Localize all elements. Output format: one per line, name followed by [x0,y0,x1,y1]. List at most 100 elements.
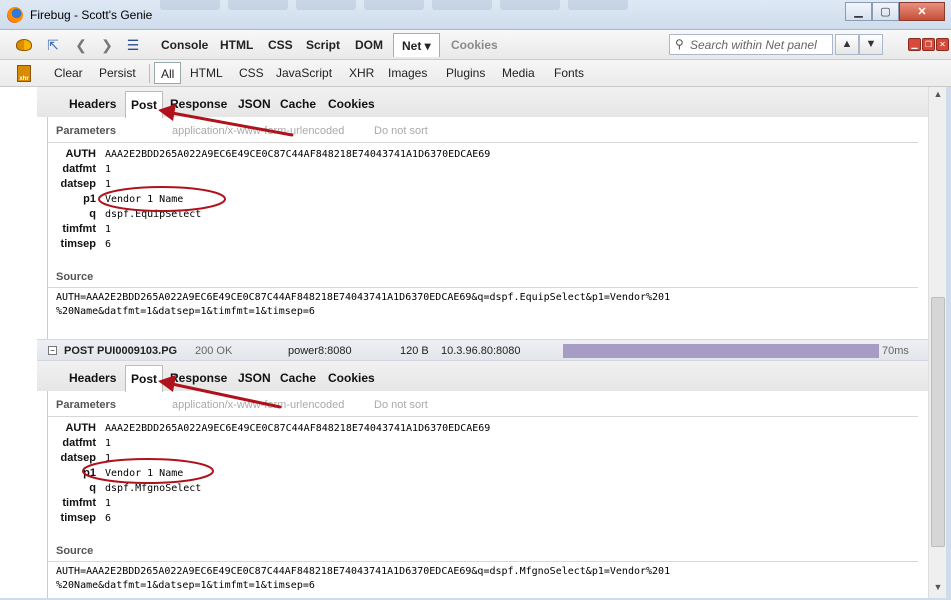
toolbar-separator [149,64,150,83]
search-next-button[interactable]: ▼ [859,34,883,55]
section-divider [48,561,918,562]
source-line: %20Name&datfmt=1&datsep=1&timfmt=1&timse… [56,306,315,317]
back-arrow-icon[interactable]: ❮ [72,37,90,53]
section-divider [48,142,918,143]
tab-response[interactable]: Response [170,371,227,385]
section-divider [48,287,918,288]
search-prev-button[interactable]: ▲ [835,34,859,55]
scroll-down-icon[interactable]: ▼ [932,582,944,596]
collapse-toggle-icon[interactable]: − [48,346,57,355]
net-filter-toolbar: xhr Clear Persist All HTML CSS JavaScrip… [0,60,951,87]
filter-all[interactable]: All [154,62,182,84]
request-detail-1: Headers Post Response JSON Cache Cookies… [37,87,928,339]
detach-firebug-icon[interactable]: ❐ [922,38,935,51]
param-value: 6 [105,239,112,250]
tab-headers[interactable]: Headers [69,371,116,385]
tab-response[interactable]: Response [170,97,227,111]
source-line: %20Name&datfmt=1&datsep=1&timfmt=1&timse… [56,580,315,591]
tab-headers[interactable]: Headers [69,97,116,111]
vertical-scrollbar[interactable]: ▲ ▼ [928,87,946,598]
sort-toggle[interactable]: Do not sort [374,125,428,137]
param-name: datsep [60,452,96,464]
forward-arrow-icon[interactable]: ❯ [98,37,116,53]
param-value: dspf.EquipSelect [105,209,202,220]
param-name: p1 [83,193,96,205]
inspect-cursor-icon[interactable]: ⇱ [44,37,62,53]
source-line: AUTH=AAA2E2BDD265A022A9EC6E49CE0C87C44AF… [56,566,671,577]
clear-button[interactable]: Clear [54,66,83,80]
window-titlebar: Firebug - Scott's Genie ▁ ▢ ✕ [0,0,951,30]
param-name: q [89,482,96,494]
detail-tabs-1: Headers Post Response JSON Cache Cookies [37,87,928,118]
window-title: Firebug - Scott's Genie [30,8,153,22]
param-name: timsep [60,512,96,524]
persist-button[interactable]: Persist [99,66,136,80]
section-divider [48,416,918,417]
sort-toggle[interactable]: Do not sort [374,399,428,411]
close-window-button[interactable]: ✕ [899,2,945,21]
request-time: 70ms [882,345,909,357]
console-list-icon[interactable]: ☰ [124,37,142,53]
param-name: datfmt [62,163,96,175]
background-tabs [160,0,720,12]
filter-xhr[interactable]: XHR [349,66,374,80]
post-body-box: Parameters application/x-www-form-urlenc… [47,117,918,339]
filter-html[interactable]: HTML [190,66,223,80]
filter-media[interactable]: Media [502,66,535,80]
xhr-icon[interactable]: xhr [17,65,31,82]
tab-dom[interactable]: DOM [355,38,383,52]
param-value: 1 [105,164,112,175]
tab-css[interactable]: CSS [268,38,293,52]
filter-plugins[interactable]: Plugins [446,66,485,80]
param-value: 1 [105,224,112,235]
firebug-toolbar: ⇱ ❮ ❯ ☰ Console HTML CSS Script DOM Net … [0,30,951,60]
window-frame-right [946,87,951,600]
minimize-firebug-icon[interactable]: ▁ [908,38,921,51]
search-icon: ⚲ [675,37,684,51]
tab-json[interactable]: JSON [238,371,271,385]
tab-cache[interactable]: Cache [280,97,316,111]
parameters-title: Parameters [56,399,116,411]
tab-cookies[interactable]: Cookies [328,97,375,111]
request-detail-2: Headers Post Response JSON Cache Cookies… [37,361,928,598]
param-value: 1 [105,438,112,449]
request-row[interactable]: − POST PUI0009103.PG 200 OK power8:8080 … [37,339,928,361]
param-value: dspf.MfgnoSelect [105,483,202,494]
tab-post[interactable]: Post [125,91,164,118]
tab-cache[interactable]: Cache [280,371,316,385]
request-url[interactable]: POST PUI0009103.PG [64,345,177,357]
filter-css[interactable]: CSS [239,66,264,80]
tab-post[interactable]: Post [125,365,164,392]
param-value: AAA2E2BDD265A022A9EC6E49CE0C87C44AF84821… [105,149,491,160]
source-line: AUTH=AAA2E2BDD265A022A9EC6E49CE0C87C44AF… [56,292,671,303]
param-value: 6 [105,513,112,524]
param-value: 1 [105,498,112,509]
tab-script[interactable]: Script [306,38,340,52]
tab-net[interactable]: Net ▾ [393,33,440,57]
left-gutter [0,87,37,598]
filter-javascript[interactable]: JavaScript [276,66,332,80]
filter-images[interactable]: Images [388,66,427,80]
param-name: timfmt [62,223,96,235]
window-controls: ▁ ▢ ✕ [845,2,945,21]
scroll-up-icon[interactable]: ▲ [932,89,944,103]
tab-cookies[interactable]: Cookies [451,38,498,52]
tab-console[interactable]: Console [161,38,208,52]
param-name: timsep [60,238,96,250]
tab-json[interactable]: JSON [238,97,271,111]
request-size: 120 B [400,345,429,357]
maximize-button[interactable]: ▢ [872,2,899,21]
tab-cookies[interactable]: Cookies [328,371,375,385]
request-remote-ip: 10.3.96.80:8080 [441,345,521,357]
param-value: Vendor 1 Name [105,194,184,205]
param-value: AAA2E2BDD265A022A9EC6E49CE0C87C44AF84821… [105,423,491,434]
param-name: AUTH [65,148,96,160]
firebug-bug-icon[interactable] [16,39,32,51]
filter-fonts[interactable]: Fonts [554,66,584,80]
close-firebug-icon[interactable]: ✕ [936,38,949,51]
minimize-button[interactable]: ▁ [845,2,872,21]
search-input[interactable]: Search within Net panel [669,34,833,55]
param-value: 1 [105,453,112,464]
tab-html[interactable]: HTML [220,38,253,52]
scrollbar-thumb[interactable] [931,297,945,547]
